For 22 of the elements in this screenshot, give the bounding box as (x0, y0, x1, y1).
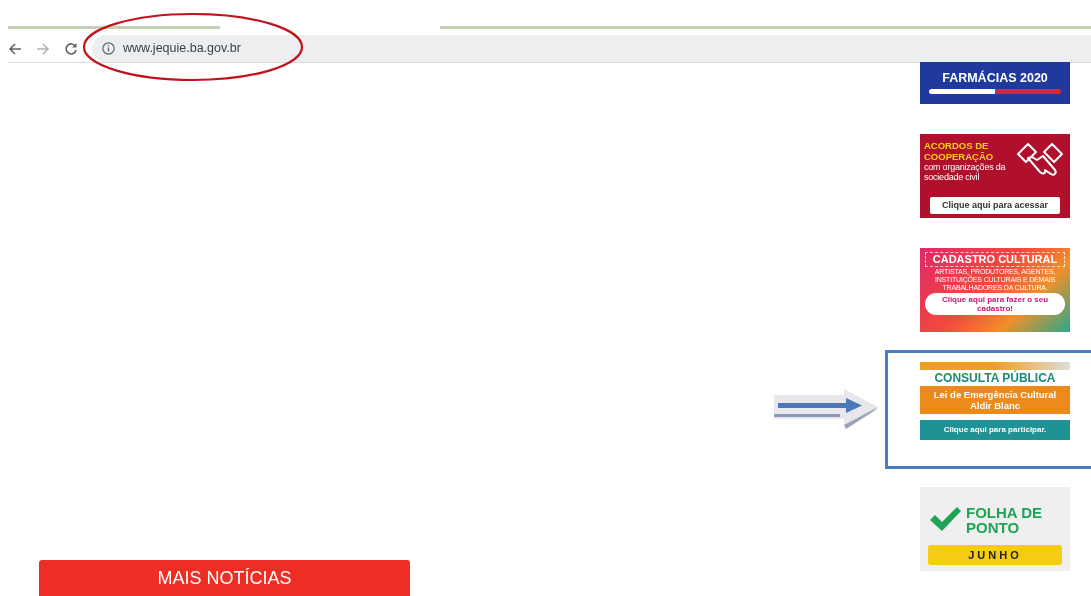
banner-title: FOLHA DE PONTO (966, 504, 1044, 535)
banner-action: Clique aqui para participar. (920, 420, 1070, 440)
banner-action: Clique aqui para acessar (930, 196, 1060, 214)
acordos-banner[interactable]: ACORDOS DE COOPERAÇÃO com organizações da sociedade civil Clique aqui para acessar (920, 134, 1070, 218)
banner-action: Clique aqui para fazer o seu cadastro! (925, 293, 1065, 315)
banner-title: FARMÁCIAS 2020 (942, 72, 1048, 85)
banner-title: ACORDOS DE COOPERAÇÃO (924, 140, 995, 162)
banner-title: CONSULTA PÚBLICA (933, 370, 1057, 386)
more-news-button[interactable]: MAIS NOTÍCIAS (39, 560, 410, 596)
farmacias-banner[interactable]: FARMÁCIAS 2020 (920, 62, 1070, 104)
address-bar[interactable]: www.jequie.ba.gov.br (92, 35, 1091, 62)
banner-subtitle: Lei de Emergência Cultural Aldir Blanc (920, 386, 1070, 414)
banner-subtitle: com organizações da sociedade civil (924, 162, 1007, 182)
banner-action: JUNHO (928, 544, 1062, 565)
info-icon (102, 42, 115, 55)
brush-stroke-icon (920, 362, 1070, 370)
url-text: www.jequie.ba.gov.br (123, 40, 241, 58)
back-icon[interactable] (8, 41, 22, 56)
reload-icon[interactable] (64, 41, 78, 56)
folha-banner[interactable]: FOLHA DE PONTO JUNHO (920, 487, 1070, 571)
progress-stripe-icon (929, 88, 1061, 94)
banner-title: CADASTRO CULTURAL (925, 252, 1065, 267)
